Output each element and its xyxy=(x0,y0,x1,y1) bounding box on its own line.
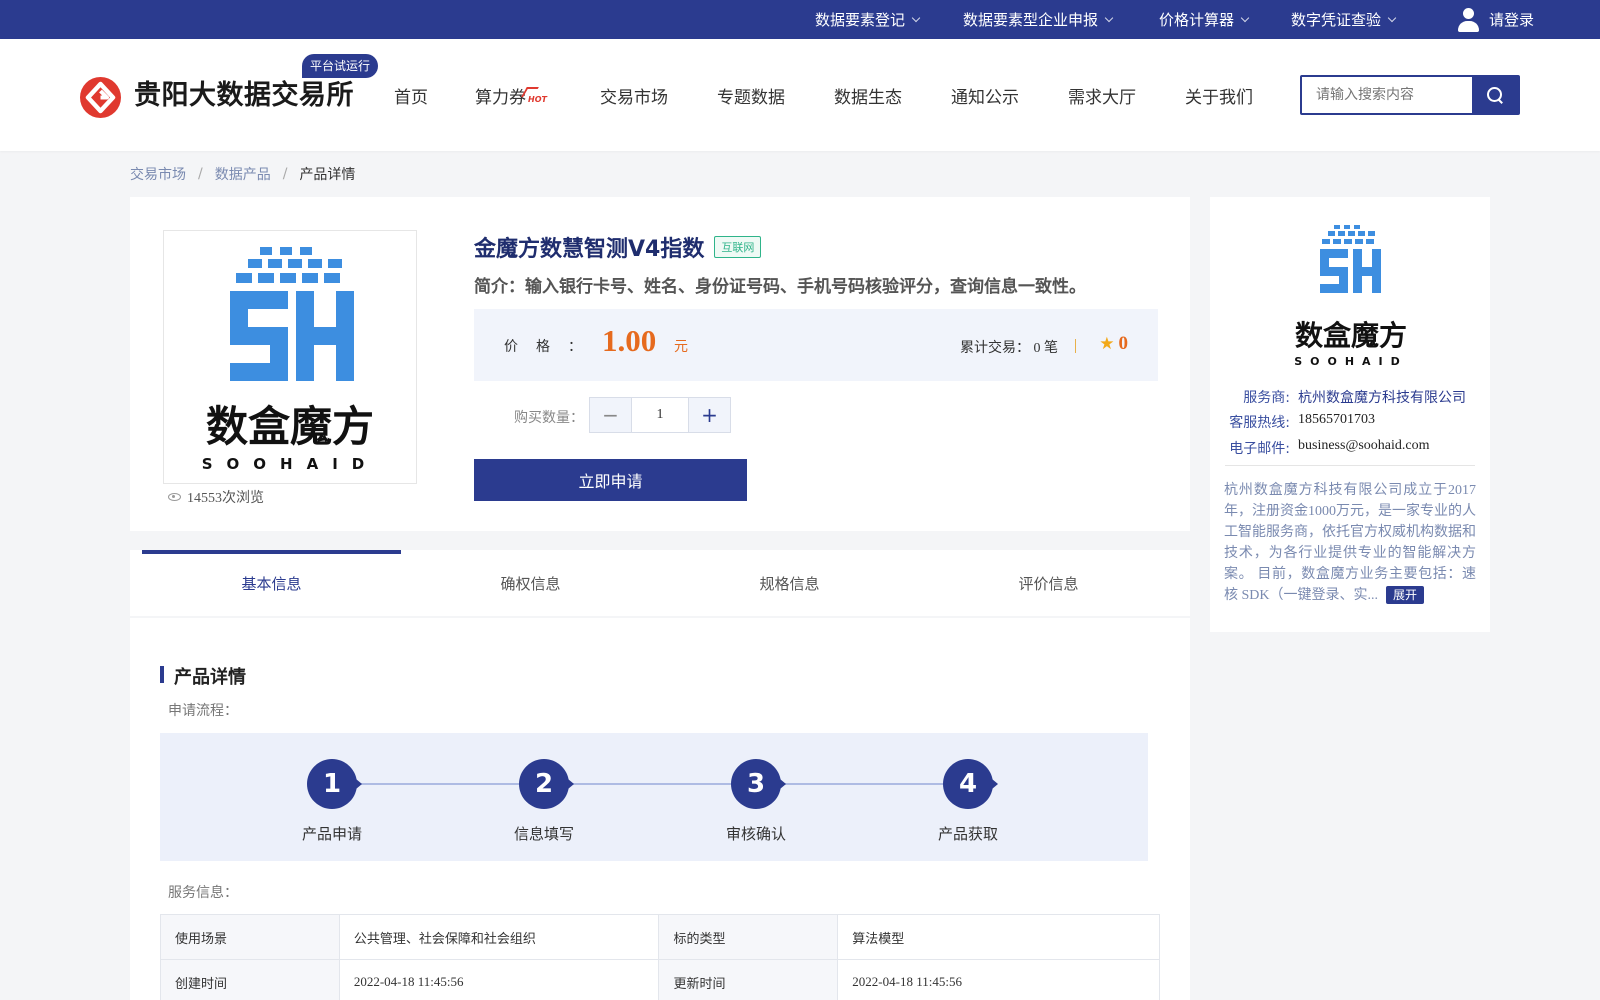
user-icon xyxy=(1457,7,1479,32)
rating: ★ 0 xyxy=(1099,333,1128,354)
divider xyxy=(1225,465,1475,466)
provider-card: 数盒魔方 SOOHAID 服务商: 杭州数盒魔方科技有限公司 客服热线: 185… xyxy=(1210,197,1490,632)
chevron-down-icon xyxy=(1104,13,1114,22)
chevron-down-icon xyxy=(1240,13,1250,22)
svg-text:SOOHAID: SOOHAID xyxy=(1294,355,1408,368)
nav-topic-data[interactable]: 专题数据 xyxy=(717,39,785,151)
application-flow: 1 产品申请 2 信息填写 3 审核确认 4 产品获取 xyxy=(160,733,1148,861)
star-icon: ★ xyxy=(1099,334,1115,354)
flow-label: 申请流程： xyxy=(168,703,238,719)
price-unit: 元 xyxy=(674,340,688,355)
decrement-button[interactable]: − xyxy=(590,398,631,432)
breadcrumb-current: 产品详情 xyxy=(299,167,356,183)
price-box: 价格： 1.00 元 累计交易： 0 笔 ★ 0 xyxy=(474,309,1158,381)
topnav-certificate-check[interactable]: 数字凭证查验 xyxy=(1291,0,1397,39)
flow-connector xyxy=(360,783,944,785)
provider-description: 杭州数盒魔方科技有限公司成立于2017年，注册资金1000万元，是一家专业的人工… xyxy=(1224,483,1476,604)
brand-logo-icon[interactable] xyxy=(80,77,121,118)
price-value: 1.00 xyxy=(602,323,657,358)
product-detail-section: 产品详情 申请流程： 1 产品申请 2 信息填写 3 审核确认 4 产品获取 服… xyxy=(130,618,1190,1000)
nav-home[interactable]: 首页 xyxy=(394,39,428,151)
provider-logo: 数盒魔方 SOOHAID xyxy=(1290,223,1412,371)
product-image: 数盒魔方 SOOHAID xyxy=(163,230,417,484)
table-row: 使用场景 公共管理、社会保障和社会组织 标的类型 算法模型 xyxy=(160,914,1160,960)
quantity-value[interactable]: 1 xyxy=(631,398,689,432)
trade-count: 累计交易： 0 笔 xyxy=(960,341,1058,356)
table-row: 创建时间 2022-04-18 11:45:56 更新时间 2022-04-18… xyxy=(160,959,1160,1000)
breadcrumb-market[interactable]: 交易市场 xyxy=(130,164,186,184)
login-link[interactable]: 请登录 xyxy=(1457,0,1534,39)
topnav-enterprise-declaration[interactable]: 数据要素型企业申报 xyxy=(963,0,1114,39)
svg-text:数盒魔方: 数盒魔方 xyxy=(206,402,374,451)
main-header: 贵阳大数据交易所 平台试运行 首页 算力券 HOT 交易市场 专题数据 数据生态 … xyxy=(0,39,1600,151)
topnav-price-calculator[interactable]: 价格计算器 xyxy=(1159,0,1250,39)
chevron-down-icon xyxy=(911,13,921,22)
flow-step: 3 审核确认 xyxy=(696,759,816,844)
view-count: 14553次浏览 xyxy=(168,487,264,507)
tab-ownership-info[interactable]: 确权信息 xyxy=(401,550,660,616)
nav-compute-voucher[interactable]: 算力券 HOT xyxy=(475,39,547,151)
provider-service-row: 服务商: 杭州数盒魔方科技有限公司 xyxy=(1210,387,1490,407)
detail-tabs: 基本信息 确权信息 规格信息 评价信息 xyxy=(130,550,1190,616)
chevron-down-icon xyxy=(1387,13,1397,22)
tab-basic-info[interactable]: 基本信息 xyxy=(142,550,401,616)
nav-ecosystem[interactable]: 数据生态 xyxy=(834,39,902,151)
section-title: 产品详情 xyxy=(160,663,246,689)
nav-notices[interactable]: 通知公示 xyxy=(951,39,1019,151)
provider-name-link[interactable]: 杭州数盒魔方科技有限公司 xyxy=(1290,387,1466,407)
nav-about[interactable]: 关于我们 xyxy=(1185,39,1253,151)
search-box xyxy=(1300,75,1520,115)
flow-step: 1 产品申请 xyxy=(272,759,392,844)
breadcrumb: 交易市场 / 数据产品 / 产品详情 xyxy=(130,164,356,184)
search-button[interactable] xyxy=(1472,77,1518,113)
search-input[interactable] xyxy=(1302,77,1472,113)
flow-step: 4 产品获取 xyxy=(908,759,1028,844)
provider-email-row: 电子邮件: business@soohaid.com xyxy=(1229,438,1430,457)
svg-text:SOOHAID: SOOHAID xyxy=(202,455,379,473)
provider-phone-row: 客服热线: 18565701703 xyxy=(1229,412,1375,431)
search-icon xyxy=(1487,87,1503,103)
apply-button[interactable]: 立即申请 xyxy=(474,459,747,501)
increment-button[interactable]: + xyxy=(689,398,730,432)
quantity-stepper: − 1 + xyxy=(589,397,731,433)
product-card: 数盒魔方 SOOHAID 14553次浏览 金魔方数慧智测V4指数 互联网 简介… xyxy=(130,197,1190,531)
trial-badge: 平台试运行 xyxy=(302,54,379,78)
service-info-table: 使用场景 公共管理、社会保障和社会组织 标的类型 算法模型 创建时间 2022-… xyxy=(160,914,1160,1000)
svg-text:数盒魔方: 数盒魔方 xyxy=(1295,319,1407,352)
product-title: 金魔方数慧智测V4指数 互联网 xyxy=(474,231,762,263)
quantity-label: 购买数量： xyxy=(514,410,584,426)
top-bar: 数据要素登记 数据要素型企业申报 价格计算器 数字凭证查验 请登录 xyxy=(0,0,1600,39)
hot-badge: HOT xyxy=(528,94,547,104)
nav-market[interactable]: 交易市场 xyxy=(600,39,668,151)
nav-demand-hall[interactable]: 需求大厅 xyxy=(1068,39,1136,151)
breadcrumb-data-products[interactable]: 数据产品 xyxy=(215,164,271,184)
service-info-label: 服务信息： xyxy=(168,885,238,901)
topnav-data-registration[interactable]: 数据要素登记 xyxy=(815,0,921,39)
product-intro: 简介：输入银行卡号、姓名、身份证号码、手机号码核验评分，查询信息一致性。 xyxy=(474,277,1086,297)
price-label: 价格： xyxy=(504,340,582,355)
divider xyxy=(1075,339,1076,353)
expand-button[interactable]: 展开 xyxy=(1386,586,1425,604)
brand-name[interactable]: 贵阳大数据交易所 xyxy=(134,73,354,112)
eye-icon xyxy=(168,493,181,501)
flow-step: 2 信息填写 xyxy=(484,759,604,844)
tab-spec-info[interactable]: 规格信息 xyxy=(660,550,919,616)
category-tag: 互联网 xyxy=(714,236,762,258)
tab-review-info[interactable]: 评价信息 xyxy=(919,550,1178,616)
